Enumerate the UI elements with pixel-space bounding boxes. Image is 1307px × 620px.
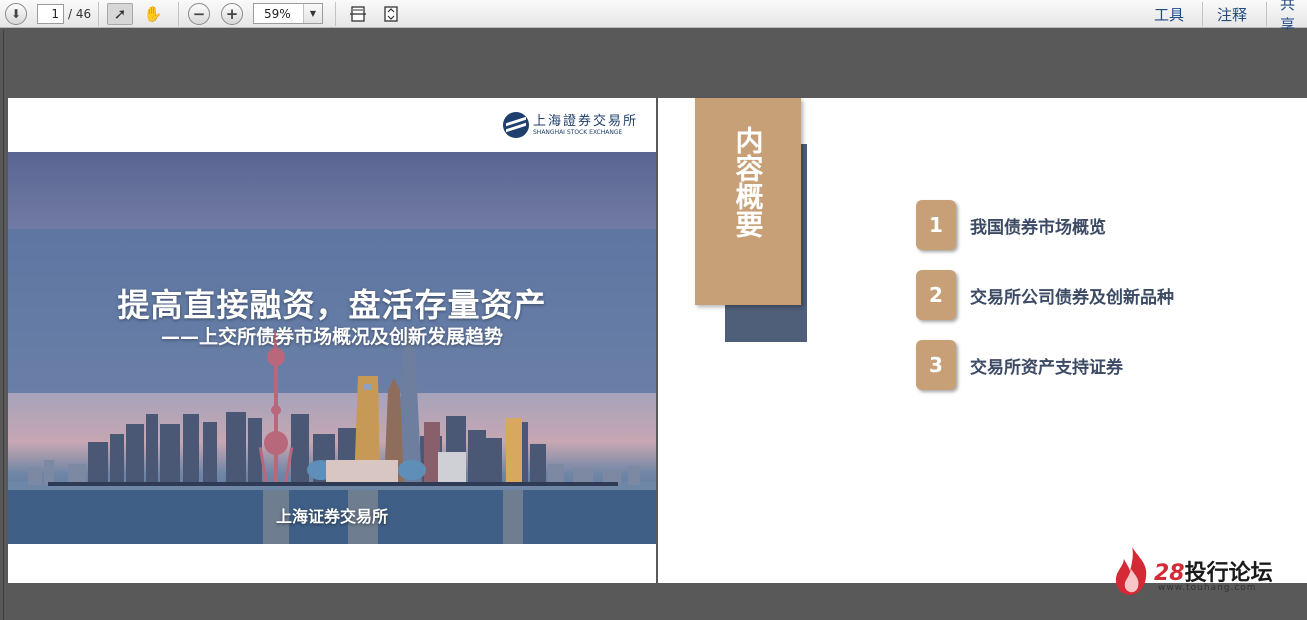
- cursor-icon: ➚: [113, 5, 127, 23]
- hand-tool-button[interactable]: ✋: [140, 3, 166, 25]
- toolbar-divider: [335, 2, 336, 26]
- tools-link[interactable]: 工具: [1154, 3, 1184, 25]
- toc-item-number: 2: [916, 270, 956, 320]
- toc-item-label: 我国债券市场概览: [970, 217, 1106, 238]
- presenter-name: 上海证券交易所: [275, 507, 388, 526]
- toolbar-divider: [98, 2, 99, 26]
- skyline-image: 提高直接融资，盘活存量资产 ——上交所债券市场概况及创新发展趋势 上海证券交易所: [8, 152, 656, 544]
- chevron-down-icon[interactable]: ▼: [303, 4, 322, 23]
- zoom-out-button[interactable]: −: [188, 3, 210, 25]
- toc-item: 2 交易所公司债券及创新品种: [916, 270, 1174, 320]
- select-tool-button[interactable]: ➚: [107, 3, 133, 25]
- next-page-button[interactable]: ⬇: [5, 3, 27, 25]
- page-number-value: 1: [51, 7, 59, 21]
- presentation-subtitle: ——上交所债券市场概况及创新发展趋势: [160, 326, 503, 348]
- minus-icon: −: [192, 4, 206, 23]
- toolbar-divider: [178, 2, 179, 26]
- toc-item-number: 3: [916, 340, 956, 390]
- page-number-input[interactable]: 1: [37, 4, 64, 24]
- watermark-url: www.touhang.com: [1158, 583, 1257, 593]
- toc-item: 3 交易所资产支持证券: [916, 340, 1123, 390]
- zoom-value: 59%: [264, 6, 291, 21]
- toc-item-label: 交易所资产支持证券: [970, 357, 1123, 378]
- zoom-select[interactable]: 59% ▼: [253, 3, 323, 24]
- toc-title: 内容概要: [731, 126, 765, 238]
- zoom-in-button[interactable]: +: [221, 3, 243, 25]
- page-total: / 46: [68, 7, 92, 21]
- fit-page-icon: [384, 6, 398, 22]
- presentation-title: 提高直接融资，盘活存量资产: [117, 286, 547, 324]
- toolbar-divider: [1202, 2, 1203, 26]
- fit-width-icon: [350, 6, 366, 22]
- fit-width-button[interactable]: [346, 3, 370, 25]
- forum-watermark: 28投行论坛 www.touhang.com: [1112, 545, 1292, 597]
- logo-chinese-name: 上海證券交易所: [533, 113, 639, 129]
- share-link[interactable]: 共享: [1280, 0, 1307, 34]
- hand-icon: ✋: [143, 5, 163, 23]
- toc-banner: 内容概要: [695, 98, 801, 305]
- page-contents-slide: 内容概要 1 我国债券市场概览 2 交易所公司债券及创新品种 3 交易所资产支持…: [658, 98, 1307, 583]
- toc-item-label: 交易所公司债券及创新品种: [970, 287, 1174, 308]
- flame-logo-icon: [1115, 547, 1147, 595]
- comment-link[interactable]: 注释: [1217, 3, 1247, 25]
- toolbar-divider: [1266, 2, 1267, 26]
- toc-item-number: 1: [916, 200, 956, 250]
- pdf-toolbar: ⬇ 1 / 46 ➚ ✋ − + 59% ▼ 工具 注释 共享: [0, 0, 1307, 34]
- sse-logo: 上海證券交易所 SHANGHAI STOCK EXCHANGE: [503, 112, 638, 138]
- toc-item: 1 我国债券市场概览: [916, 200, 1106, 250]
- fit-page-button[interactable]: [379, 3, 403, 25]
- logo-english-name: SHANGHAI STOCK EXCHANGE: [533, 128, 623, 136]
- arrow-down-icon: ⬇: [10, 7, 22, 21]
- plus-icon: +: [225, 4, 239, 23]
- page-cover-slide: 上海證券交易所 SHANGHAI STOCK EXCHANGE 提高直接融资，盘…: [8, 98, 656, 583]
- sse-emblem-icon: [503, 112, 529, 138]
